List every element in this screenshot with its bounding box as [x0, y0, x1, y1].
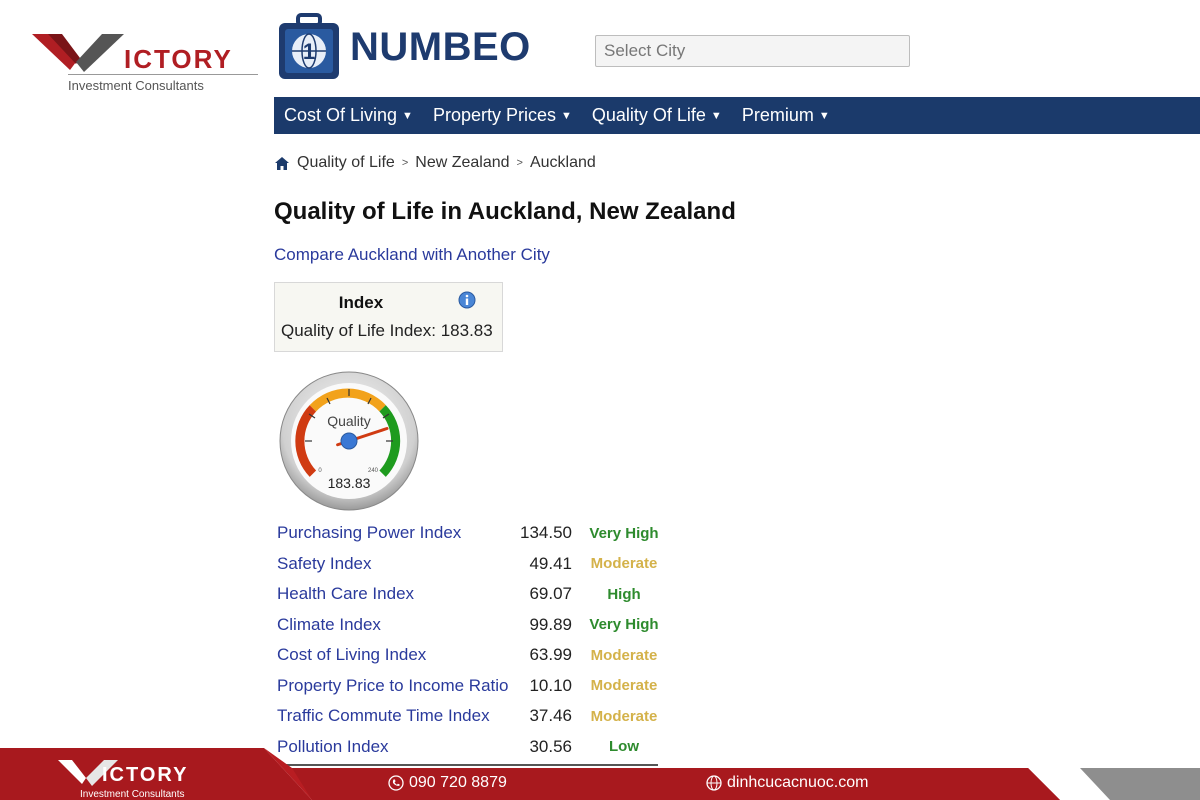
index-row: Cost of Living Index 63.99 Moderate: [277, 640, 670, 671]
nav-label: Cost Of Living: [284, 105, 398, 125]
footer-banner: ICTORY Investment Consultants 090 720 88…: [0, 748, 1200, 800]
index-rating: Moderate: [590, 646, 658, 664]
breadcrumb: Quality of Life > New Zealand > Auckland: [275, 154, 596, 172]
index-name-link[interactable]: Health Care Index: [277, 579, 515, 610]
index-row: Climate Index 99.89 Very High: [277, 610, 670, 641]
caret-down-icon: ▼: [818, 109, 830, 122]
index-value: 37.46: [529, 706, 572, 726]
city-select-input[interactable]: Select City: [595, 35, 910, 67]
footer-brand: ICTORY: [102, 764, 189, 786]
index-rating: Very High: [589, 616, 659, 634]
quality-of-life-index-row: Quality of Life Index: 183.83: [281, 321, 493, 341]
footer-website[interactable]: dinhcucacnuoc.com: [706, 774, 868, 792]
breadcrumb-item-country[interactable]: New Zealand: [415, 154, 509, 172]
index-header: Index: [338, 293, 384, 312]
index-row: Property Price to Income Ratio 10.10 Moder…: [277, 671, 670, 702]
nav-label: Property Prices: [432, 105, 556, 125]
footer-phone-number: 090 720 8879: [409, 774, 507, 791]
quality-gauge: Quality 0 240 183.83: [279, 371, 419, 511]
nav-quality-of-life[interactable]: Quality Of Life ▼: [592, 105, 722, 126]
nav-cost-of-living[interactable]: Cost Of Living ▼: [284, 105, 413, 126]
page-title: Quality of Life in Auckland, New Zealand: [274, 198, 736, 225]
footer-phone[interactable]: 090 720 8879: [388, 774, 507, 792]
home-icon[interactable]: [275, 156, 289, 170]
nav-premium[interactable]: Premium ▼: [742, 105, 830, 126]
index-rating: High: [607, 585, 641, 603]
phone-icon: [388, 775, 404, 791]
nav-label: Quality Of Life: [591, 105, 706, 125]
index-value: 10.10: [529, 675, 572, 695]
victory-tagline: Investment Consultants: [68, 78, 204, 93]
caret-down-icon: ▼: [560, 109, 572, 122]
footer-tagline: Investment Consultants: [80, 789, 185, 800]
breadcrumb-item-quality-of-life[interactable]: Quality of Life: [297, 154, 395, 172]
globe-suitcase-icon: 1: [279, 13, 339, 79]
index-name-link[interactable]: Safety Index: [277, 549, 515, 580]
index-name-link[interactable]: Purchasing Power Index: [277, 518, 515, 549]
index-row: Safety Index 49.41 Moderate: [277, 549, 670, 580]
index-name-link[interactable]: Traffic Commute Time Index: [277, 701, 515, 732]
gauge-hub: [340, 432, 358, 450]
main-nav: Cost Of Living ▼ Property Prices ▼ Quality…: [274, 97, 1200, 134]
victory-logo-mark: [32, 34, 124, 72]
svg-text:1: 1: [303, 39, 315, 64]
index-summary-box: Index Quality of Life Index: 183.83: [274, 282, 503, 352]
index-rating: Moderate: [590, 555, 658, 573]
index-value: 134.50: [520, 523, 572, 543]
breadcrumb-separator: >: [401, 157, 409, 169]
index-name-link[interactable]: Climate Index: [277, 610, 515, 641]
index-name-link[interactable]: Cost of Living Index: [277, 640, 515, 671]
breadcrumb-item-city[interactable]: Auckland: [530, 154, 596, 172]
quality-of-life-index-label: Quality of Life Index:: [281, 321, 436, 340]
index-value: 63.99: [529, 645, 572, 665]
caret-down-icon: ▼: [710, 109, 722, 122]
caret-down-icon: ▼: [402, 109, 413, 122]
index-rating: Moderate: [590, 707, 658, 725]
victory-logo: ICTORY Investment Consultants: [32, 30, 258, 100]
index-row: Purchasing Power Index 134.50 Very High: [277, 518, 670, 549]
breadcrumb-separator: >: [516, 157, 523, 169]
footer-website-url: dinhcucacnuoc.com: [727, 774, 869, 791]
index-value: 99.89: [529, 614, 572, 634]
numbeo-logo[interactable]: 1 NUMBEO: [276, 12, 531, 82]
numbeo-wordmark: NUMBEO: [350, 24, 531, 69]
index-row: Health Care Index 69.07 High: [277, 579, 670, 610]
globe-icon: [706, 775, 722, 791]
index-rating: Moderate: [590, 677, 658, 695]
compare-city-link[interactable]: Compare Auckland with Another City: [274, 245, 550, 265]
info-icon[interactable]: [458, 291, 476, 314]
index-rating: Very High: [589, 524, 659, 542]
nav-property-prices[interactable]: Property Prices ▼: [433, 105, 572, 126]
index-row: Traffic Commute Time Index 37.46 Moderate: [277, 701, 670, 732]
gauge-value: 183.83: [328, 475, 371, 491]
index-value: 69.07: [529, 584, 572, 604]
gauge-max-label: 240: [368, 468, 379, 474]
indices-table: Purchasing Power Index 134.50 Very High Saf…: [277, 518, 670, 762]
gauge-label: Quality: [327, 413, 371, 429]
index-value: 49.41: [529, 553, 572, 573]
nav-label: Premium: [741, 105, 814, 125]
quality-of-life-index-value: 183.83: [440, 321, 493, 340]
victory-rule: [68, 74, 258, 75]
victory-brand: ICTORY: [124, 44, 233, 74]
index-name-link[interactable]: Property Price to Income Ratio: [277, 671, 515, 702]
